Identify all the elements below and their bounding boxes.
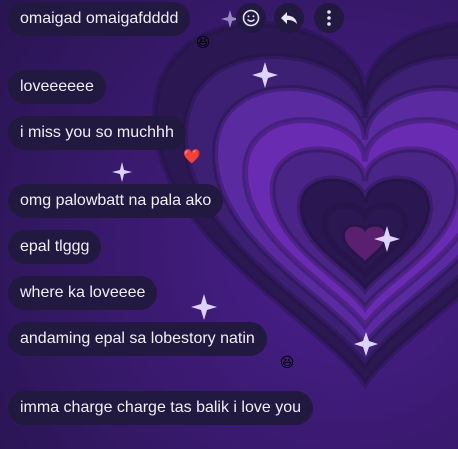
reply-arrow-icon	[281, 12, 297, 24]
message-bubble[interactable]: imma charge charge tas balik i love you	[8, 391, 314, 425]
message-bubble[interactable]: loveeeeee	[8, 70, 106, 104]
message-bubble[interactable]: andaming epal sa lobestory natin	[8, 322, 267, 356]
message-bubble[interactable]: where ka loveeee	[8, 276, 158, 310]
smiley-icon	[242, 9, 260, 27]
add-reaction-button[interactable]	[236, 3, 266, 33]
message-bubble[interactable]: omaigad omaigafdddd	[8, 2, 191, 36]
reply-button[interactable]	[274, 3, 304, 33]
vertical-ellipsis-icon	[327, 10, 331, 26]
more-options-button[interactable]	[314, 3, 344, 33]
message-reaction[interactable]: 😆	[193, 33, 213, 53]
hearts-background	[0, 0, 458, 449]
message-bubble[interactable]: omg palowbatt na pala ako	[8, 184, 224, 218]
message-bubble[interactable]: i miss you so muchhh	[8, 116, 186, 150]
message-bubble[interactable]: epal tlggg	[8, 230, 102, 264]
message-reaction[interactable]: ❤️	[182, 147, 202, 167]
message-reaction[interactable]: 😆	[277, 353, 297, 373]
